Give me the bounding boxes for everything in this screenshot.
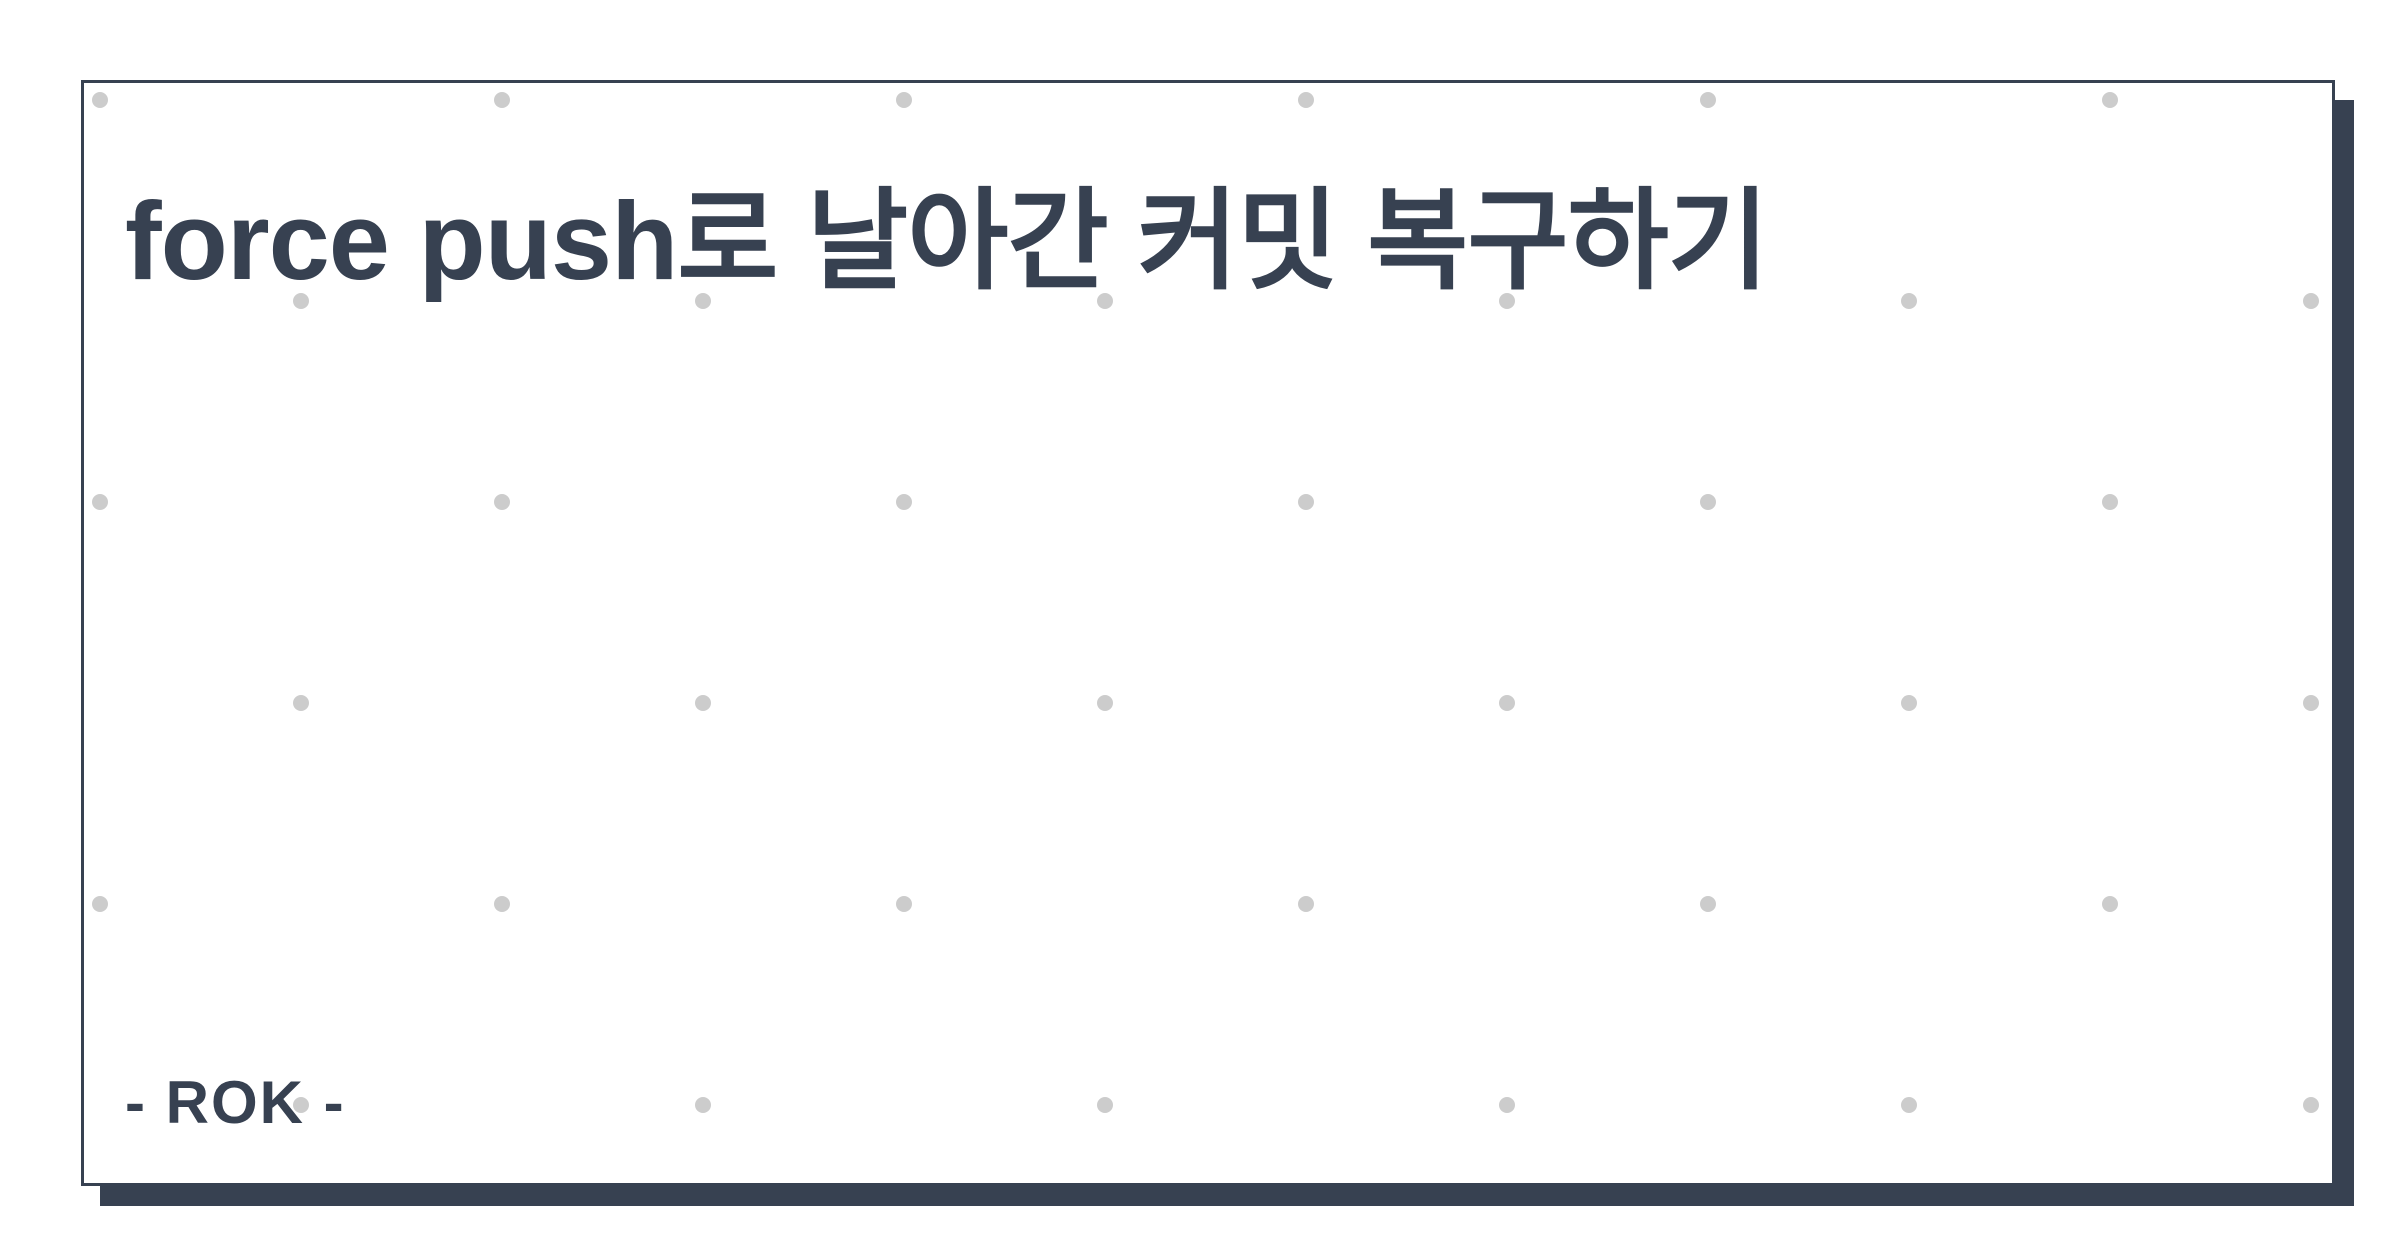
author-signature: - ROK - [125, 1069, 346, 1136]
post-title: force push로 날아간 커밋 복구하기 [125, 180, 1769, 303]
og-image-canvas: force push로 날아간 커밋 복구하기 - ROK - [0, 0, 2400, 1260]
